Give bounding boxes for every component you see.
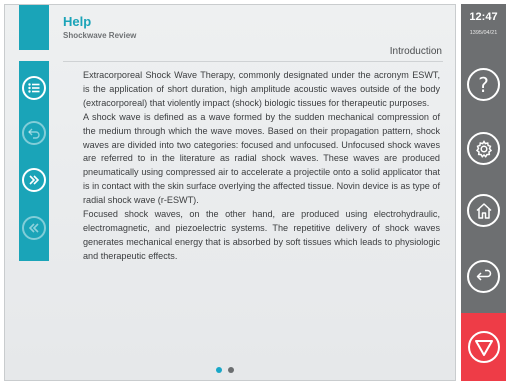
help-text: Extracorporeal Shock Wave Therapy, commo… xyxy=(83,69,440,264)
paragraph-3: Focused shock waves, on the other hand, … xyxy=(83,209,440,261)
clock-time: 12:47 xyxy=(469,11,498,23)
settings-button[interactable] xyxy=(467,132,500,165)
previous-page-button[interactable] xyxy=(22,216,46,240)
home-button[interactable] xyxy=(467,194,500,227)
main-panel: Help Shockwave Review Introduction Extra… xyxy=(4,4,456,381)
double-chevron-left-icon xyxy=(28,223,39,233)
paragraph-2: A shock wave is defined as a wave formed… xyxy=(83,111,440,206)
list-button[interactable] xyxy=(22,76,46,100)
back-icon xyxy=(28,128,40,139)
page-indicator xyxy=(216,367,234,373)
home-icon xyxy=(475,202,492,219)
header-accent-bar xyxy=(19,5,49,50)
double-chevron-right-icon xyxy=(29,175,40,185)
page-title: Help xyxy=(63,14,92,29)
next-page-button[interactable] xyxy=(22,168,46,192)
help-button[interactable]: ? xyxy=(467,68,500,101)
stop-icon xyxy=(467,331,500,363)
back-button[interactable] xyxy=(467,260,500,293)
back-arrow-icon xyxy=(476,269,491,281)
paragraph-1: Extracorporeal Shock Wave Therapy, commo… xyxy=(83,70,440,108)
page-dot-2[interactable] xyxy=(228,367,234,373)
emergency-stop-button[interactable] xyxy=(461,313,506,381)
help-icon: ? xyxy=(478,72,489,97)
header-divider xyxy=(63,61,443,62)
left-nav-rail xyxy=(19,61,49,261)
page-subtitle: Shockwave Review xyxy=(63,31,137,40)
page-dot-1[interactable] xyxy=(216,367,222,373)
right-sidebar: 12:47 1395/04/21 ? xyxy=(461,4,506,381)
back-button-disabled[interactable] xyxy=(22,121,46,145)
app-window: Help Shockwave Review Introduction Extra… xyxy=(0,0,506,385)
gear-icon xyxy=(475,139,492,158)
clock-date: 1395/04/21 xyxy=(469,30,498,36)
section-title: Introduction xyxy=(389,46,442,57)
list-icon xyxy=(28,83,40,93)
